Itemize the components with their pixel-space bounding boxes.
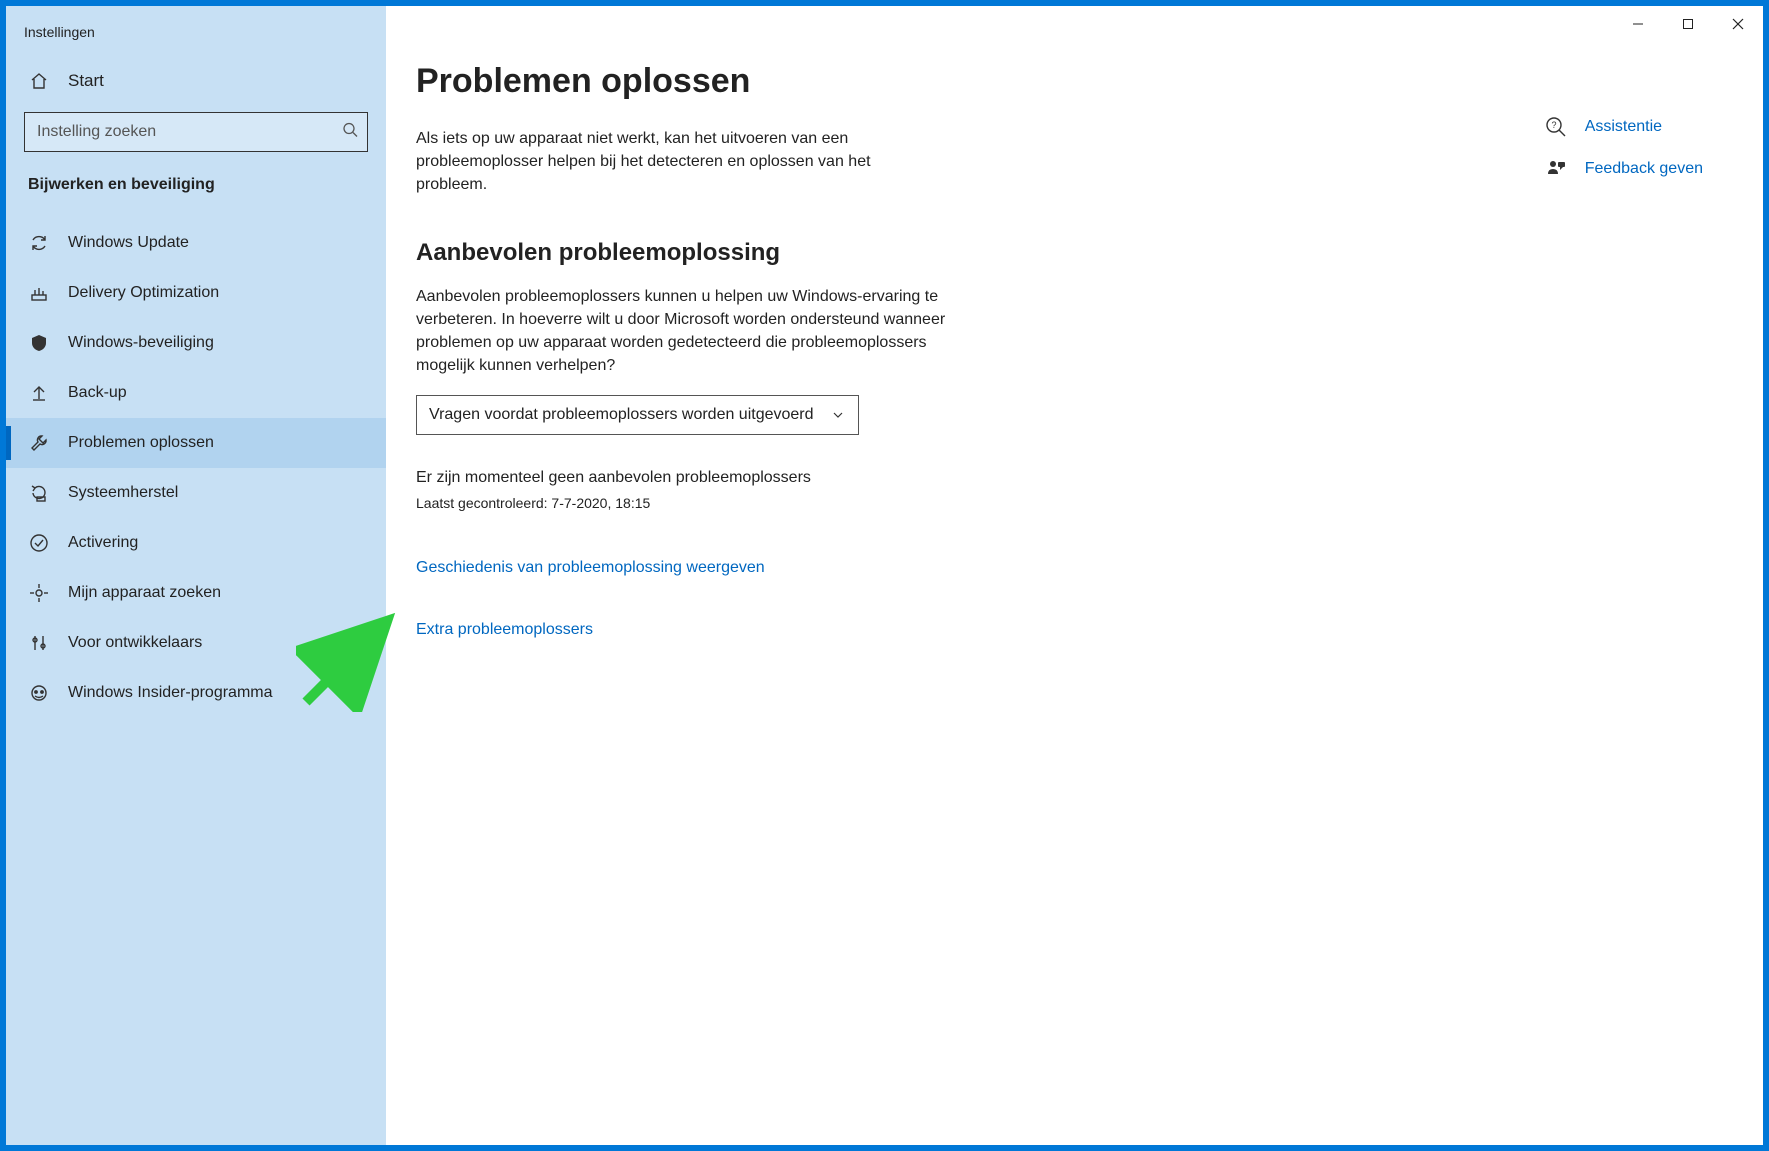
- delivery-icon: [28, 282, 50, 304]
- help-label: Assistentie: [1585, 118, 1662, 136]
- sidebar-item-for-developers[interactable]: Voor ontwikkelaars: [6, 618, 386, 668]
- sidebar-item-label: Voor ontwikkelaars: [68, 634, 202, 652]
- help-link[interactable]: ? Assistentie: [1545, 116, 1703, 138]
- backup-icon: [28, 382, 50, 404]
- titlebar-controls: [1613, 6, 1763, 42]
- sidebar-item-troubleshoot[interactable]: Problemen oplossen: [6, 418, 386, 468]
- feedback-icon: [1545, 158, 1567, 180]
- section-description: Aanbevolen probleemoplossers kunnen u he…: [416, 285, 976, 378]
- search-icon: [342, 122, 358, 143]
- page-description: Als iets op uw apparaat niet werkt, kan …: [416, 127, 936, 197]
- category-title: Bijwerken en beveiliging: [6, 170, 386, 218]
- settings-window: Instellingen Start Bijwerken en beveilig…: [6, 6, 1763, 1145]
- main-content: Problemen oplossen Als iets op uw appara…: [386, 6, 1763, 1145]
- sidebar-item-find-my-device[interactable]: Mijn apparaat zoeken: [6, 568, 386, 618]
- sidebar-item-label: Activering: [68, 534, 138, 552]
- sidebar-item-windows-update[interactable]: Windows Update: [6, 218, 386, 268]
- svg-text:?: ?: [1551, 120, 1556, 130]
- shield-icon: [28, 332, 50, 354]
- maximize-button[interactable]: [1663, 6, 1713, 42]
- insider-icon: [28, 682, 50, 704]
- search-wrap: [24, 112, 368, 152]
- sidebar-item-label: Windows-beveiliging: [68, 334, 214, 352]
- home-label: Start: [68, 71, 104, 91]
- wrench-icon: [28, 432, 50, 454]
- search-input[interactable]: [24, 112, 368, 152]
- dropdown-value: Vragen voordat probleemoplossers worden …: [429, 406, 814, 424]
- help-icon: ?: [1545, 116, 1567, 138]
- sidebar-item-insider-program[interactable]: Windows Insider-programma: [6, 668, 386, 718]
- sync-icon: [28, 232, 50, 254]
- troubleshoot-mode-dropdown[interactable]: Vragen voordat probleemoplossers worden …: [416, 395, 859, 435]
- developer-icon: [28, 632, 50, 654]
- section-title: Aanbevolen probleemoplossing: [416, 239, 1066, 267]
- maximize-icon: [1682, 18, 1694, 30]
- minimize-icon: [1632, 18, 1644, 30]
- window-title: Instellingen: [6, 18, 386, 60]
- last-checked-text: Laatst gecontroleerd: 7-7-2020, 18:15: [416, 495, 1066, 511]
- sidebar: Instellingen Start Bijwerken en beveilig…: [6, 6, 386, 1145]
- home-button[interactable]: Start: [6, 60, 386, 106]
- history-link[interactable]: Geschiedenis van probleemoplossing weerg…: [416, 559, 1066, 577]
- content-column: Problemen oplossen Als iets op uw appara…: [416, 62, 1066, 1145]
- sidebar-item-label: Back-up: [68, 384, 127, 402]
- sidebar-item-label: Mijn apparaat zoeken: [68, 584, 221, 602]
- sidebar-item-label: Problemen oplossen: [68, 434, 214, 452]
- close-button[interactable]: [1713, 6, 1763, 42]
- sidebar-item-label: Windows Insider-programma: [68, 684, 273, 702]
- chevron-down-icon: [830, 407, 846, 423]
- sidebar-item-recovery[interactable]: Systeemherstel: [6, 468, 386, 518]
- check-circle-icon: [28, 532, 50, 554]
- minimize-button[interactable]: [1613, 6, 1663, 42]
- extra-troubleshooters-link[interactable]: Extra probleemoplossers: [416, 621, 1066, 639]
- status-text: Er zijn momenteel geen aanbevolen proble…: [416, 469, 1066, 487]
- home-icon: [28, 70, 50, 92]
- sidebar-item-label: Windows Update: [68, 234, 189, 252]
- page-title: Problemen oplossen: [416, 62, 1066, 101]
- aside-links: ? Assistentie Feedback geven: [1545, 116, 1703, 180]
- sidebar-item-activation[interactable]: Activering: [6, 518, 386, 568]
- close-icon: [1732, 18, 1744, 30]
- sidebar-item-label: Systeemherstel: [68, 484, 178, 502]
- sidebar-item-backup[interactable]: Back-up: [6, 368, 386, 418]
- feedback-label: Feedback geven: [1585, 160, 1703, 178]
- sidebar-item-label: Delivery Optimization: [68, 284, 219, 302]
- recovery-icon: [28, 482, 50, 504]
- sidebar-item-windows-security[interactable]: Windows-beveiliging: [6, 318, 386, 368]
- feedback-link[interactable]: Feedback geven: [1545, 158, 1703, 180]
- locate-icon: [28, 582, 50, 604]
- sidebar-item-delivery-optimization[interactable]: Delivery Optimization: [6, 268, 386, 318]
